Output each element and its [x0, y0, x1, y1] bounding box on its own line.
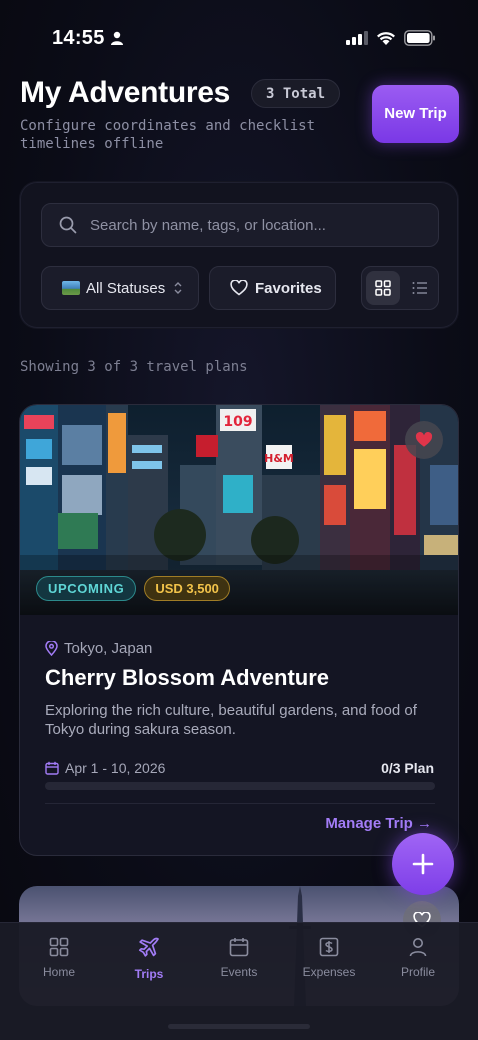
tab-expenses-label: Expenses — [302, 965, 356, 979]
favorites-label: Favorites — [255, 279, 322, 297]
grid-icon — [49, 937, 69, 957]
card-divider — [45, 803, 435, 804]
home-indicator — [168, 1024, 310, 1029]
tab-trips-label: Trips — [134, 967, 164, 981]
landscape-emoji-icon — [62, 281, 80, 295]
status-filter-label: All Statuses — [86, 279, 166, 297]
grid-icon — [375, 280, 391, 296]
tab-home-label: Home — [42, 965, 75, 979]
trip-description: Exploring the rich culture, beautiful ga… — [45, 702, 417, 738]
trip-badges: UPCOMING USD 3,500 — [36, 576, 230, 601]
filter-panel: Search by name, tags, or location... All… — [19, 181, 459, 329]
map-pin-icon — [45, 641, 58, 656]
trip-title: Cherry Blossom Adventure — [45, 665, 330, 690]
manage-trip-link[interactable]: Manage Trip → — [325, 815, 432, 832]
tab-profile[interactable]: Profile — [378, 937, 458, 979]
tab-expenses[interactable]: Expenses — [289, 937, 369, 979]
person-status-icon — [111, 31, 123, 45]
bottom-tab-bar: Home Trips Events Expenses Profile — [0, 922, 478, 1040]
favorite-toggle-button[interactable] — [405, 421, 443, 459]
location-label: Tokyo, Japan — [64, 640, 153, 657]
total-count-badge: 3 Total — [251, 79, 341, 108]
plan-progress-label: 0/3 Plan — [381, 760, 434, 776]
results-count: Showing 3 of 3 travel plans — [20, 359, 248, 375]
tab-profile-label: Profile — [400, 965, 435, 979]
trip-location: Tokyo, Japan — [45, 640, 152, 657]
new-trip-button[interactable]: New Trip — [372, 85, 459, 143]
heart-filled-icon — [415, 432, 433, 447]
dates-label: Apr 1 - 10, 2026 — [65, 760, 166, 776]
plan-progress-bar — [45, 782, 435, 790]
chevron-updown-icon — [174, 282, 182, 294]
plus-icon — [412, 853, 434, 875]
page-title: My Adventures — [20, 76, 231, 109]
status-filter-select[interactable]: All Statuses — [41, 266, 199, 310]
dollar-icon — [319, 937, 339, 957]
tab-events[interactable]: Events — [199, 937, 279, 979]
budget-badge: USD 3,500 — [144, 576, 230, 601]
status-time: 14:55 — [52, 27, 105, 49]
trip-dates: Apr 1 - 10, 2026 — [45, 760, 165, 776]
tab-trips[interactable]: Trips — [109, 937, 189, 981]
view-mode-toggle — [361, 266, 439, 310]
calendar-icon — [45, 761, 59, 775]
search-placeholder: Search by name, tags, or location... — [90, 216, 326, 234]
favorites-filter-button[interactable]: Favorites — [209, 266, 336, 310]
status-badge: UPCOMING — [36, 576, 137, 601]
heart-outline-icon — [230, 280, 248, 296]
search-icon — [59, 216, 77, 234]
svg-text:109: 109 — [223, 414, 252, 430]
status-bar: 14:55 — [0, 0, 478, 78]
search-input[interactable]: Search by name, tags, or location... — [41, 203, 439, 247]
page-subtitle: Configure coordinates and checklist time… — [20, 118, 316, 152]
trip-card[interactable]: 109 H&M UPCOMING USD 3,500 Tokyo, Japan … — [19, 404, 459, 856]
plane-icon — [138, 937, 159, 957]
grid-view-button[interactable] — [366, 271, 400, 305]
tab-home[interactable]: Home — [19, 937, 99, 979]
list-view-button[interactable] — [404, 271, 436, 305]
signal-icon — [346, 31, 368, 45]
add-trip-fab[interactable] — [392, 833, 454, 895]
tab-events-label: Events — [220, 965, 258, 979]
battery-icon — [404, 30, 435, 46]
calendar-icon — [229, 938, 249, 957]
person-icon — [409, 938, 427, 957]
svg-text:H&M: H&M — [264, 452, 294, 465]
wifi-icon — [377, 31, 395, 45]
list-icon — [412, 282, 427, 294]
